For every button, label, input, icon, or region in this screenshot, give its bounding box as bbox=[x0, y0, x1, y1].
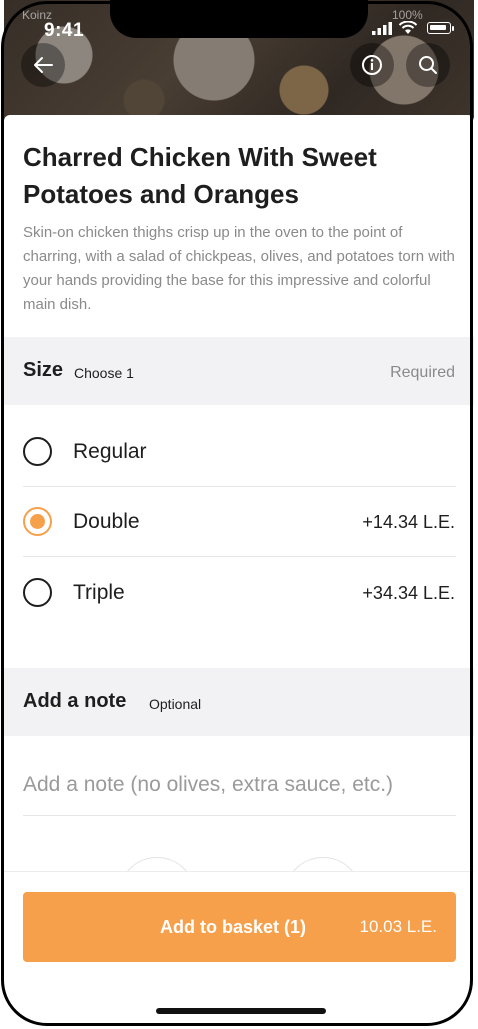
search-icon bbox=[419, 56, 437, 74]
option-price: +14.34 L.E. bbox=[362, 512, 455, 532]
option-label: Triple bbox=[73, 581, 125, 604]
battery-percent: 100% bbox=[392, 8, 423, 22]
battery-tip bbox=[452, 26, 454, 31]
option-label: Regular bbox=[73, 440, 147, 463]
radio-button[interactable] bbox=[23, 437, 52, 466]
wifi-icon bbox=[398, 21, 418, 34]
dish-title: Charred Chicken With Sweet Potatoes and … bbox=[23, 142, 377, 209]
required-label: Required bbox=[390, 364, 455, 381]
note-input[interactable] bbox=[23, 755, 456, 816]
phone-screen: Koinz 9:41 100% Charred Chicken With Swe… bbox=[0, 0, 478, 1029]
option-price: +34.34 L.E. bbox=[362, 583, 455, 603]
signal-icon bbox=[372, 22, 392, 35]
battery-icon bbox=[427, 22, 451, 34]
size-section-header: Size Choose 1 Required bbox=[4, 337, 474, 405]
status-bar: Koinz 9:41 100% bbox=[0, 0, 478, 44]
home-indicator[interactable] bbox=[156, 1008, 326, 1014]
size-option-triple[interactable]: Triple +34.34 L.E. bbox=[4, 557, 474, 627]
size-option-double[interactable]: Double +14.34 L.E. bbox=[4, 486, 474, 556]
arrow-left-icon bbox=[34, 57, 53, 73]
size-section-title: Size bbox=[23, 359, 64, 381]
item-detail-sheet: Charred Chicken With Sweet Potatoes and … bbox=[4, 115, 474, 1026]
radio-button-selected[interactable] bbox=[23, 507, 52, 536]
radio-button[interactable] bbox=[23, 578, 52, 607]
size-option-regular[interactable]: Regular bbox=[4, 416, 474, 486]
size-section-subtitle: Choose 1 bbox=[74, 365, 134, 381]
dish-description: Skin-on chicken thighs crisp up in the o… bbox=[23, 224, 455, 313]
option-label: Double bbox=[73, 510, 140, 533]
status-time: 9:41 bbox=[44, 20, 85, 41]
basket-footer: Add to basket (1) 10.03 L.E. bbox=[4, 871, 474, 1026]
note-section-title: Add a note bbox=[23, 690, 127, 712]
add-to-basket-label: Add to basket (1) bbox=[160, 917, 307, 937]
back-button[interactable] bbox=[21, 43, 65, 87]
search-button[interactable] bbox=[406, 43, 450, 87]
info-icon bbox=[362, 55, 382, 75]
note-section-header: Add a note Optional bbox=[4, 668, 474, 736]
basket-total: 10.03 L.E. bbox=[359, 917, 437, 936]
note-section-subtitle: Optional bbox=[149, 696, 202, 712]
info-button[interactable] bbox=[350, 43, 394, 87]
add-to-basket-button[interactable]: Add to basket (1) 10.03 L.E. bbox=[23, 892, 456, 962]
